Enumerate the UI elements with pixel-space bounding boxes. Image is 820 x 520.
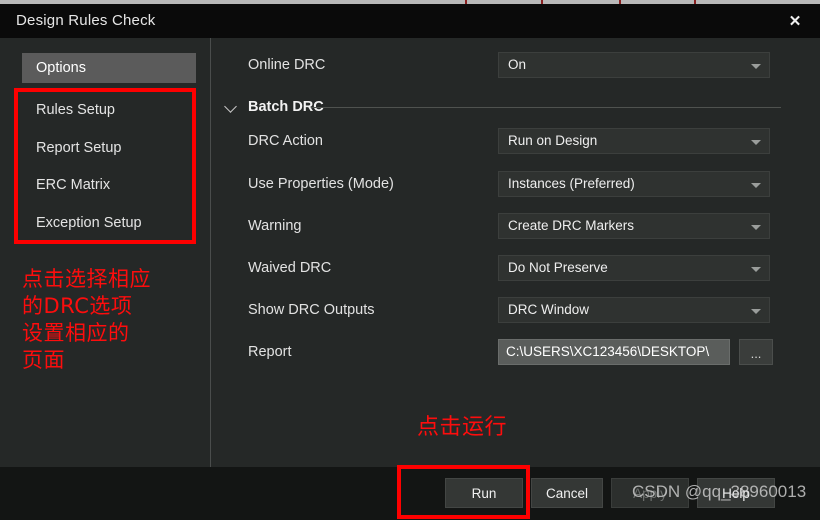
online-drc-value: On [508, 57, 527, 72]
show-drc-outputs-dropdown[interactable]: DRC Window [498, 297, 770, 323]
use-properties-dropdown[interactable]: Instances (Preferred) [498, 171, 770, 197]
title-bar: Design Rules Check ✕ [0, 4, 820, 38]
show-drc-outputs-value: DRC Window [508, 302, 590, 317]
close-icon[interactable]: ✕ [780, 8, 810, 34]
sidebar-item-label: Report Setup [36, 140, 122, 156]
apply-button: Apply [611, 478, 689, 508]
drc-action-dropdown[interactable]: Run on Design [498, 128, 770, 154]
section-rule [311, 107, 781, 108]
online-drc-label: Online DRC [248, 57, 326, 73]
run-button[interactable]: Run [445, 478, 523, 508]
chevron-down-icon [751, 225, 761, 230]
sidebar-item-label: Exception Setup [36, 215, 142, 231]
chevron-down-icon [751, 140, 761, 145]
design-rules-check-dialog: Design Rules Check ✕ Options Rules Setup… [0, 0, 820, 520]
drc-action-value: Run on Design [508, 133, 598, 148]
run-annotation-text: 点击运行 [417, 415, 508, 440]
sidebar-item-rules-setup[interactable]: Rules Setup [22, 95, 196, 125]
help-button[interactable]: Help [697, 478, 775, 508]
warning-value: Create DRC Markers [508, 218, 635, 233]
report-label: Report [248, 344, 292, 360]
sidebar-item-label: Rules Setup [36, 102, 115, 118]
sidebar-item-exception-setup[interactable]: Exception Setup [22, 208, 196, 238]
chevron-down-icon [751, 267, 761, 272]
report-path-value: C:\USERS\XC123456\DESKTOP\ [506, 344, 710, 359]
sidebar-item-erc-matrix[interactable]: ERC Matrix [22, 170, 196, 200]
use-properties-value: Instances (Preferred) [508, 176, 635, 191]
warning-label: Warning [248, 218, 302, 234]
sidebar-item-options[interactable]: Options [22, 53, 196, 83]
window-title: Design Rules Check [16, 12, 156, 29]
sidebar-annotation-text: 点击选择相应 的DRC选项 设置相应的 页面 [22, 267, 151, 372]
report-path-input[interactable]: C:\USERS\XC123456\DESKTOP\ [498, 339, 730, 365]
chevron-down-icon [751, 64, 761, 69]
sidebar: Options Rules Setup Report Setup ERC Mat… [0, 38, 210, 467]
online-drc-dropdown[interactable]: On [498, 52, 770, 78]
use-properties-label: Use Properties (Mode) [248, 176, 394, 192]
report-browse-button[interactable]: ... [739, 339, 773, 365]
waived-drc-value: Do Not Preserve [508, 260, 608, 275]
sidebar-item-label: Options [36, 60, 86, 76]
waived-drc-dropdown[interactable]: Do Not Preserve [498, 255, 770, 281]
chevron-down-icon [751, 183, 761, 188]
chevron-down-icon [751, 309, 761, 314]
warning-dropdown[interactable]: Create DRC Markers [498, 213, 770, 239]
show-drc-outputs-label: Show DRC Outputs [248, 302, 375, 318]
cancel-button[interactable]: Cancel [531, 478, 603, 508]
chevron-down-icon [224, 99, 240, 115]
sidebar-item-label: ERC Matrix [36, 177, 111, 193]
options-panel: Online DRC On Batch DRC DRC Action Run o… [211, 38, 820, 467]
drc-action-label: DRC Action [248, 133, 323, 149]
waived-drc-label: Waived DRC [248, 260, 332, 276]
sidebar-item-report-setup[interactable]: Report Setup [22, 133, 196, 163]
batch-drc-section-header[interactable]: Batch DRC [224, 99, 324, 115]
